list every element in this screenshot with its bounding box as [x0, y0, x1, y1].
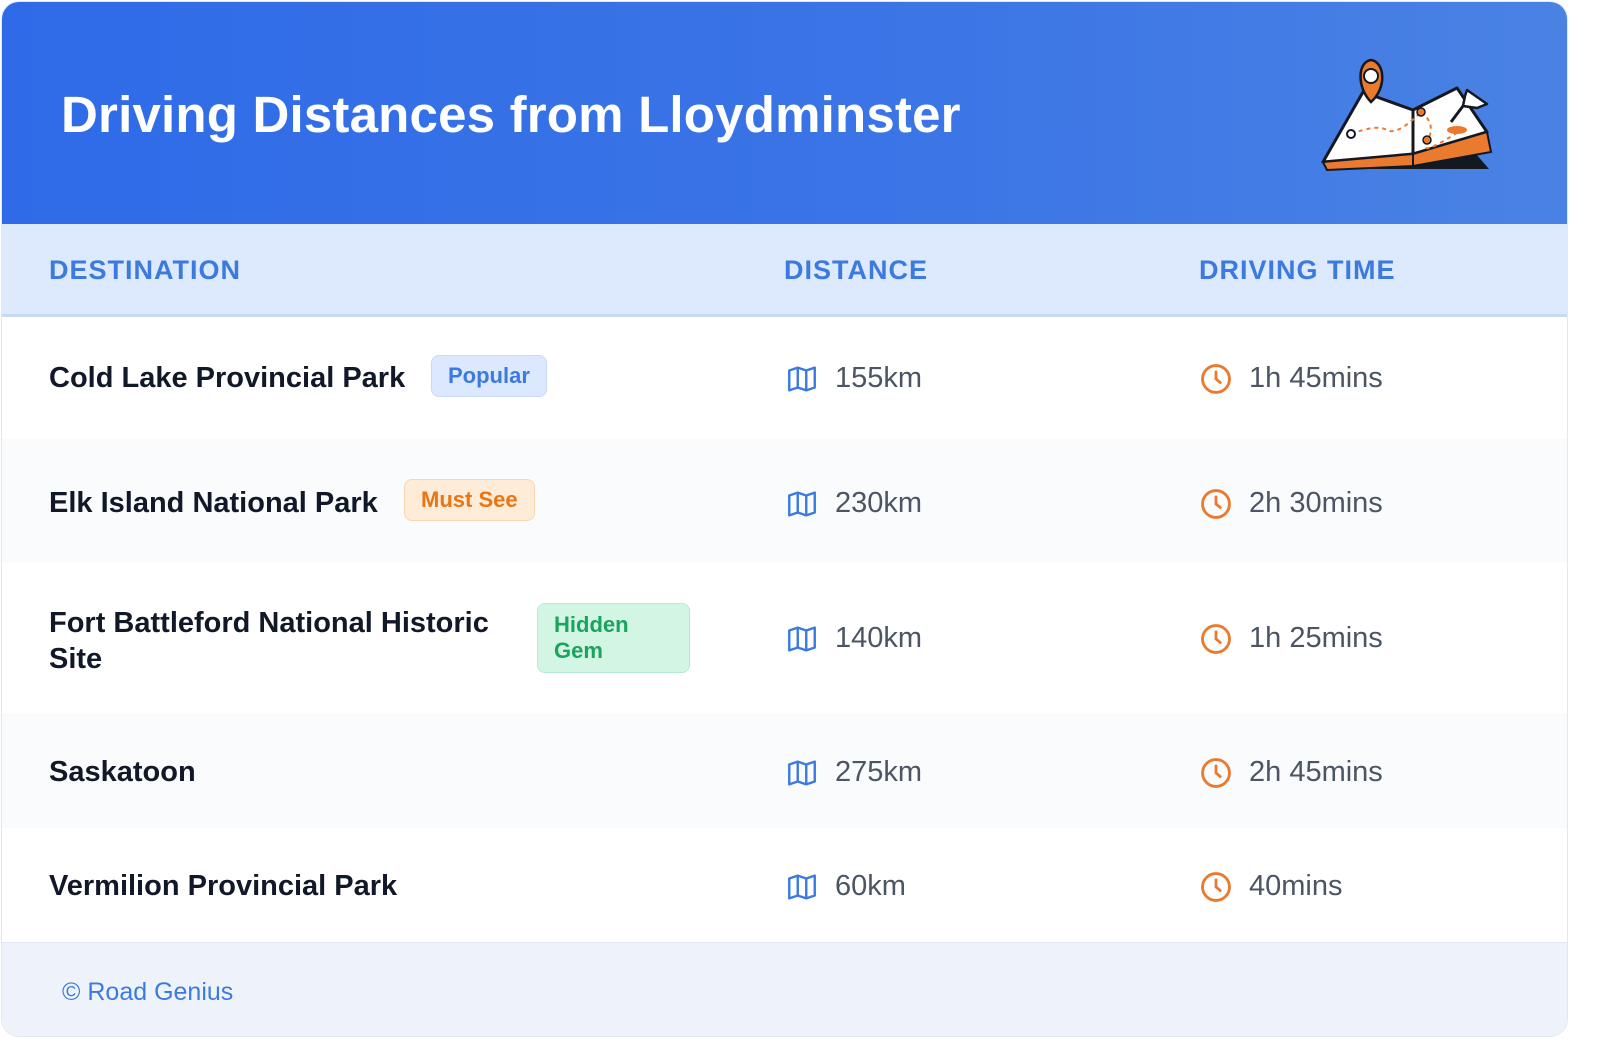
- footer-credit-link[interactable]: © Road Genius: [62, 978, 233, 1007]
- column-header-distance: DISTANCE: [784, 255, 929, 285]
- driving-time-value: 2h 30mins: [1249, 487, 1383, 519]
- destination-name: Fort Battleford National Historic Site: [49, 607, 489, 675]
- page-title: Driving Distances from Lloydminster: [61, 86, 961, 143]
- table-row: Elk Island National Park Must See 230km …: [2, 439, 1567, 564]
- distance-card: Driving Distances from Lloydminster DEST…: [1, 1, 1568, 1037]
- destination-name: Elk Island National Park: [49, 487, 378, 519]
- clock-icon: [1201, 489, 1231, 519]
- map-icon: [788, 491, 816, 517]
- column-header-destination: DESTINATION: [49, 255, 241, 285]
- table-row: Saskatoon 275km 2h 45mins: [2, 713, 1567, 829]
- badge-popular: Popular: [431, 355, 547, 397]
- card-footer: © Road Genius: [2, 942, 1567, 1036]
- table-header: DESTINATION DISTANCE DRIVING TIME: [2, 224, 1567, 317]
- map-pin-illustration-icon: [1321, 58, 1493, 172]
- driving-time-value: 2h 45mins: [1249, 756, 1383, 788]
- map-icon: [788, 626, 816, 652]
- destination-name: Saskatoon: [49, 756, 196, 788]
- destination-name: Vermilion Provincial Park: [49, 870, 398, 902]
- distance-value: 230km: [835, 487, 923, 519]
- clock-icon: [1201, 758, 1231, 788]
- distance-value: 140km: [835, 622, 923, 654]
- clock-icon: [1201, 364, 1231, 394]
- clock-icon: [1201, 872, 1231, 902]
- clock-icon: [1201, 624, 1231, 654]
- badge-hidden-gem: Hidden Gem: [537, 603, 690, 673]
- map-icon: [788, 874, 816, 900]
- table-row: Cold Lake Provincial Park Popular 155km …: [2, 317, 1567, 440]
- destination-name: Cold Lake Provincial Park: [49, 362, 406, 394]
- map-icon: [788, 366, 816, 392]
- driving-time-value: 1h 45mins: [1249, 362, 1383, 394]
- driving-time-value: 1h 25mins: [1249, 622, 1383, 654]
- map-icon: [788, 760, 816, 786]
- column-header-driving-time: DRIVING TIME: [1199, 255, 1396, 285]
- distance-value: 275km: [835, 756, 923, 788]
- distance-value: 60km: [835, 870, 906, 902]
- distance-value: 155km: [835, 362, 923, 394]
- table-row: Vermilion Provincial Park 60km 40mins: [2, 828, 1567, 943]
- driving-time-value: 40mins: [1249, 870, 1343, 902]
- badge-must-see: Must See: [404, 479, 535, 521]
- table-row: Fort Battleford National Historic Site H…: [2, 563, 1567, 714]
- card-header: Driving Distances from Lloydminster: [2, 2, 1567, 224]
